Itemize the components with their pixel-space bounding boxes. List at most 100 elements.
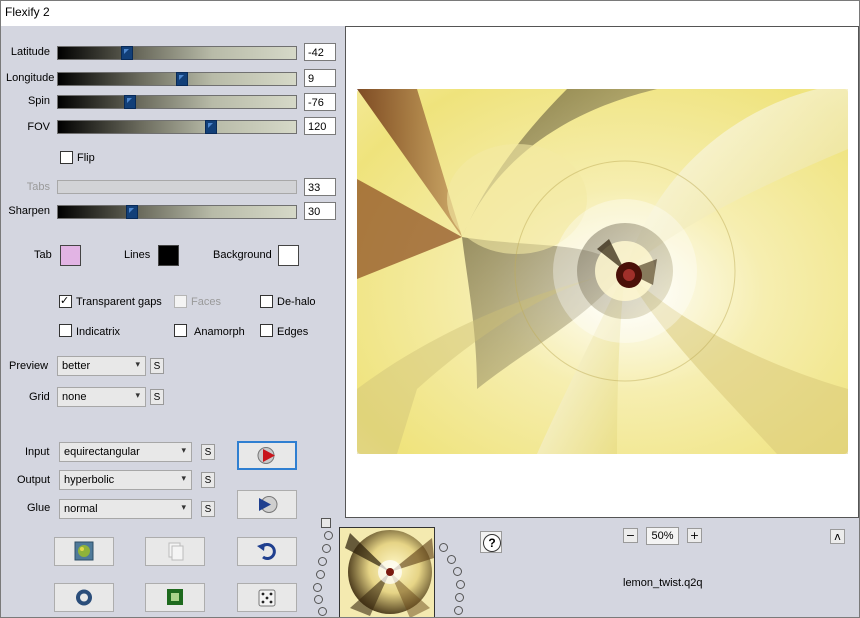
transparent-gaps-checkbox[interactable] <box>59 294 72 308</box>
preview-quality-select[interactable]: better ▾ <box>57 356 146 376</box>
spin-slider-thumb[interactable] <box>124 95 136 109</box>
preset-dot[interactable] <box>456 580 465 589</box>
background-color-label: Background <box>213 249 272 261</box>
play-disc-icon <box>259 496 278 513</box>
zoom-out-button[interactable]: − <box>623 528 638 543</box>
chevron-down-icon: ▾ <box>181 446 186 456</box>
preset-thumbnail-image <box>340 528 434 617</box>
preset-dot[interactable] <box>454 606 463 615</box>
zoom-level: 50% <box>646 527 679 545</box>
longitude-slider[interactable] <box>57 72 297 86</box>
preset-dot[interactable] <box>318 607 327 616</box>
latitude-slider[interactable] <box>57 46 297 60</box>
preset-dot[interactable] <box>313 583 322 592</box>
input-s-button[interactable]: S <box>201 444 215 460</box>
preset-dot[interactable] <box>455 593 464 602</box>
flexify-window: Flexify 2 Latitude -42 Longitude 9 Spin … <box>0 0 860 618</box>
frame-button[interactable] <box>145 583 205 612</box>
grid-value: none <box>62 391 87 403</box>
preset-dot[interactable] <box>447 555 456 564</box>
render-button[interactable] <box>237 441 297 470</box>
background-color-swatch[interactable] <box>278 245 299 266</box>
preview-quality-label: Preview <box>9 360 49 372</box>
latitude-input[interactable]: -42 <box>304 43 336 61</box>
input-projection-value: equirectangular <box>64 446 140 458</box>
glue-s-button[interactable]: S <box>201 501 215 517</box>
spin-input[interactable]: -76 <box>304 93 336 111</box>
play-icon <box>257 447 275 464</box>
zoom-in-button[interactable]: + <box>687 528 702 543</box>
indicatrix-label: Indicatrix <box>76 326 121 338</box>
preset-dot[interactable] <box>439 543 448 552</box>
window-title: Flexify 2 <box>5 5 50 19</box>
preset-thumbnail[interactable] <box>339 527 435 617</box>
glue-value: normal <box>64 503 98 515</box>
output-s-button[interactable]: S <box>201 472 215 488</box>
random-button[interactable] <box>237 583 297 612</box>
anamorph-checkbox[interactable] <box>174 324 187 337</box>
collapse-button[interactable]: ʌ <box>830 529 845 544</box>
glue-select[interactable]: normal ▾ <box>59 499 192 519</box>
tab-color-swatch[interactable] <box>60 245 81 266</box>
chevron-down-icon: ▾ <box>181 474 186 484</box>
tabs-input[interactable]: 33 <box>304 178 336 196</box>
fov-slider[interactable] <box>57 120 297 134</box>
longitude-slider-thumb[interactable] <box>176 72 188 86</box>
grid-s-button[interactable]: S <box>150 389 164 405</box>
undo-button[interactable] <box>237 537 297 566</box>
output-projection-select[interactable]: hyperbolic ▾ <box>59 470 192 490</box>
grid-select[interactable]: none ▾ <box>57 387 146 407</box>
sharpen-input[interactable]: 30 <box>304 202 336 220</box>
preview-s-button[interactable]: S <box>150 358 164 374</box>
dice-icon <box>258 589 276 607</box>
latitude-slider-thumb[interactable] <box>121 46 133 60</box>
fov-slider-thumb[interactable] <box>205 120 217 134</box>
frame-icon <box>167 589 183 605</box>
preset-dot[interactable] <box>324 531 333 540</box>
title-bar: Flexify 2 <box>1 1 859 26</box>
sharpen-label: Sharpen <box>8 205 50 217</box>
preset-filename: lemon_twist.q2q <box>623 577 703 589</box>
preset-dot[interactable] <box>322 544 331 553</box>
edges-checkbox[interactable] <box>260 324 273 337</box>
lines-color-label: Lines <box>124 249 151 261</box>
undo-icon <box>257 543 276 560</box>
flip-checkbox[interactable] <box>60 151 73 164</box>
sharpen-slider[interactable] <box>57 205 297 219</box>
help-button[interactable]: ? <box>480 531 502 553</box>
faces-label: Faces <box>191 296 221 308</box>
glue-label: Glue <box>27 502 51 514</box>
de-halo-checkbox[interactable] <box>260 295 273 308</box>
fov-label: FOV <box>27 121 50 133</box>
preset-dot[interactable] <box>453 567 462 576</box>
output-projection-label: Output <box>17 474 51 486</box>
sphere-button[interactable] <box>54 583 114 612</box>
flip-label: Flip <box>77 152 95 164</box>
longitude-input[interactable]: 9 <box>304 69 336 87</box>
preview-image <box>357 89 848 454</box>
preset-dot[interactable] <box>318 557 327 566</box>
latitude-label: Latitude <box>10 46 50 58</box>
lines-color-swatch[interactable] <box>158 245 179 266</box>
ring-icon <box>76 589 92 606</box>
preset-dot[interactable] <box>316 570 325 579</box>
output-projection-value: hyperbolic <box>64 474 115 486</box>
preset-dot[interactable] <box>314 595 323 604</box>
chevron-down-icon: ▾ <box>135 360 140 370</box>
batch-render-button[interactable] <box>237 490 297 519</box>
fov-input[interactable]: 120 <box>304 117 336 135</box>
anamorph-label: Anamorph <box>194 326 245 338</box>
input-projection-select[interactable]: equirectangular ▾ <box>59 442 192 462</box>
spin-label: Spin <box>27 95 50 107</box>
spin-slider[interactable] <box>57 95 297 109</box>
open-image-button[interactable] <box>54 537 114 566</box>
list-icon[interactable] <box>321 518 331 528</box>
tab-color-label: Tab <box>34 249 52 261</box>
transparent-gaps-label: Transparent gaps <box>76 296 162 308</box>
preview-panel[interactable] <box>345 26 859 518</box>
indicatrix-checkbox[interactable] <box>59 324 72 337</box>
chevron-down-icon: ▾ <box>135 391 140 401</box>
sharpen-slider-thumb[interactable] <box>126 205 138 219</box>
faces-checkbox <box>174 295 187 308</box>
copy-icon <box>168 542 184 561</box>
